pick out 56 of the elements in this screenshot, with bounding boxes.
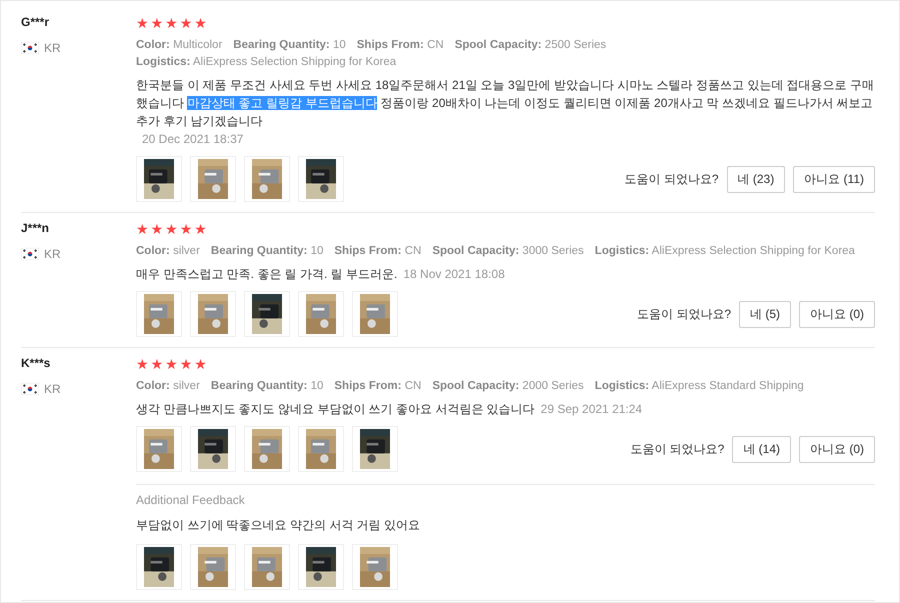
flag-icon [21,383,39,395]
star-icon: ★ [194,15,207,31]
star-icon: ★ [136,15,149,31]
country-code: KR [44,41,61,55]
reviewer-name: G***r [21,15,50,29]
star-icon: ★ [194,356,207,372]
product-attribute: Color: silver [136,244,200,259]
star-icon: ★ [165,356,178,372]
helpful-question: 도움이 되었나요? [624,170,719,188]
no-button[interactable]: 아니요 (11) [793,166,875,192]
star-icon: ★ [150,356,164,372]
no-button[interactable]: 아니요 (0) [799,300,875,328]
product-attribute: Bearing Quantity: 10 [210,244,324,259]
product-attribute: Ships From: CN [334,244,422,259]
review-text: 한국분들 이 제품 무조건 사세요 두번 사세요 18일주문해서 21일 오늘 3일만에 받았습니다 시마노 스텔라 정품쓰고 있는데 접대용으로 구매했습니다 마감상태 좋고 릴링감 부드럽습니다 정품이랑 20배차이 나는데 이정도 퀄리티면 이제품 20개사고 막 쓰겠네요 필드나가서 써보고 추가 후기 남기겠습니다 [136,77,875,130]
no-button[interactable]: 아니요 (0) [799,436,875,462]
yes-button[interactable]: 네 (14) [732,436,791,462]
product-attribute: Bearing Quantity: 10 [233,38,346,53]
star-icon: ★ [180,221,192,237]
product-attribute: Color: Multicolor [136,38,222,53]
review-date: 18 Nov 2021 18:08 [403,266,505,283]
star-icon: ★ [150,15,164,31]
star-icon: ★ [150,221,164,237]
reviewer-name: K***s [21,356,50,370]
country-code: KR [44,247,61,261]
product-attribute: Logistics: AliExpress Selection Shipping for Korea [136,55,396,70]
review-date: 20 Dec 2021 18:37 [142,131,244,148]
product-attribute: Color: silver [136,379,200,394]
helpful-question: 도움이 되었나요? [636,306,731,322]
star-icon: ★ [180,356,192,372]
yes-button[interactable]: 네 (23) [726,166,786,192]
product-attribute: Ships From: CN [334,379,422,394]
product-attribute: Logistics: AliExpress Standard Shipping [594,379,804,394]
review-text: 생각 만큼나쁘지도 좋지도 않네요 부담없이 쓰기 좋아요 서걱림은 있습니다 [136,401,535,418]
star-icon: ★ [136,356,149,372]
helpful-question: 도움이 되었나요? [630,440,724,458]
additional-feedback-title: Additional Feedback [136,493,245,507]
product-attribute: Spool Capacity: 2500 Series [454,38,606,53]
reviewer-name: J***n [21,221,50,235]
flag-icon [21,248,39,260]
review-text: 매우 만족스럽고 만족. 좋은 릴 가격. 릴 부드러운. [136,266,398,283]
flag-icon [21,42,39,54]
product-attribute: Bearing Quantity: 10 [210,379,324,394]
star-icon: ★ [136,221,149,237]
review-date: 29 Sep 2021 21:24 [540,401,642,418]
additional-feedback-text: 부담없이 쓰기에 딱좋으네요 약간의 서걱 거림 있어요 [136,517,420,534]
product-attribute: Logistics: AliExpress Selection Shipping for Korea [594,244,855,259]
star-icon: ★ [165,221,178,237]
star-icon: ★ [165,15,178,31]
product-attribute: Ships From: CN [356,38,444,53]
country-code: KR [44,382,61,396]
product-attribute: Spool Capacity: 3000 Series [432,244,584,259]
product-attribute: Spool Capacity: 2000 Series [432,379,584,394]
star-icon: ★ [194,221,207,237]
star-icon: ★ [180,15,192,31]
yes-button[interactable]: 네 (5) [739,300,791,328]
